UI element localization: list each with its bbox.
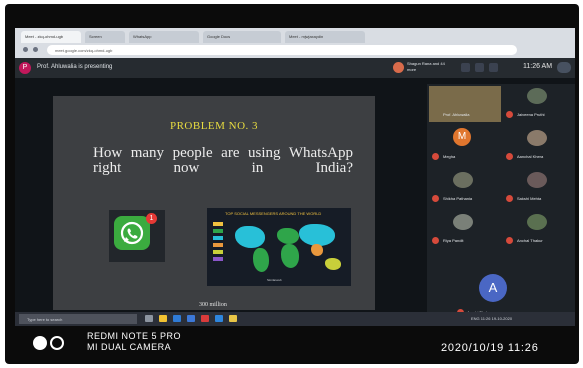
browser-tab[interactable]: WhatsApp [129,31,199,43]
participant-name: Shikha Pathania [443,196,473,201]
mail-icon[interactable] [215,315,223,322]
chat-icon[interactable] [475,63,484,72]
presentation-slide: PROBLEM NO. 3 How many people are using … [53,96,375,310]
people-icon[interactable] [461,63,470,72]
browser-tab[interactable]: Screen [85,31,125,43]
browser-tab[interactable]: Google Docs [203,31,281,43]
mic-off-icon [506,195,513,202]
mic-off-icon [506,237,513,244]
map-region [253,248,269,272]
participant-video [527,172,547,188]
reload-icon[interactable] [33,47,38,52]
back-icon[interactable] [23,47,28,52]
chrome-icon[interactable] [229,315,237,322]
participant-tile[interactable]: Sakshi Mehta [503,170,575,208]
mic-off-icon [432,153,439,160]
participant-video [527,130,547,146]
avatar[interactable]: A [479,274,507,302]
mic-off-icon [432,237,439,244]
activities-icon[interactable] [489,63,498,72]
presenter-avatar: P [19,62,31,74]
browser-chrome: Meet - zkq-ohmd-ugb Screen WhatsApp Goog… [15,28,575,58]
participant-tile[interactable]: Aanchal Khera [503,128,575,166]
participant-video [453,214,473,230]
file-explorer-icon[interactable] [159,315,167,322]
windows-taskbar: Type here to search ENG 11:26 19-10-2020 [15,312,575,326]
participant-video [527,88,547,104]
map-region [299,224,335,246]
participant-tile[interactable]: Anchal Thakur [503,212,575,250]
participant-name: Riya Pandit [443,238,464,243]
participant-name: Sakshi Mehta [517,196,542,201]
participant-name: Aanchal Khera [517,154,544,159]
map-heading: TOP SOCIAL MESSENGERS AROUND THE WORLD [225,211,322,216]
browser-tab[interactable]: Meet - mjwjaxaydin [285,31,365,43]
participants-summary[interactable]: Shagun Rana and 44 more [407,61,447,73]
system-tray[interactable]: ENG 11:26 19-10-2020 [471,316,512,321]
store-icon[interactable] [187,315,195,322]
slide-title: PROBLEM NO. 3 [169,120,259,132]
participant-name: Prof. Ahluwalia [443,112,470,117]
participant-video [527,214,547,230]
map-region [277,228,299,244]
mic-off-icon [506,111,513,118]
slide-question: How many people are using WhatsApp right… [93,145,353,176]
participant-tile[interactable]: Prof. Ahluwalia [429,86,501,124]
browser-tab[interactable]: Meet - zkq-ohmd-ugb [21,31,81,43]
photo-frame: Meet - zkq-ohmd-ugb Screen WhatsApp Goog… [5,4,579,364]
map-legend [213,222,227,276]
map-region [311,244,323,256]
mic-off-icon [506,153,513,160]
meet-header: P Prof. Ahluwalia is presenting Shagun R… [15,58,575,78]
presenting-label: Prof. Ahluwalia is presenting [37,64,113,70]
map-region [235,226,265,248]
notification-badge: 1 [146,213,157,224]
participant-name: Megha [443,154,456,159]
meet-clock: 11:26 AM [523,63,553,70]
participant-tile[interactable]: Shikha Pathania [429,170,501,208]
participant-name: Anchal Thakur [517,238,543,243]
participant-name: Jaiveena Pruthi [517,112,545,117]
participant-tile[interactable]: Jaiveena Pruthi [503,86,575,124]
map-region [325,258,341,270]
edge-icon[interactable] [173,315,181,322]
world-messenger-map: TOP SOCIAL MESSENGERS AROUND THE WORLD S… [207,208,351,286]
circle-outline-icon [50,336,64,350]
mic-off-icon [432,195,439,202]
participant-tile[interactable]: Riya Pandit [429,212,501,250]
address-bar[interactable]: meet.google.com/zkq-ohmd-ugb [47,45,517,55]
avatar [393,62,404,73]
camera-watermark: REDMI NOTE 5 PRO MI DUAL CAMERA [87,331,181,353]
whatsapp-icon [114,216,150,250]
camera-type: MI DUAL CAMERA [87,342,172,352]
taskbar-search[interactable]: Type here to search [19,314,137,324]
task-view-icon[interactable] [145,315,153,322]
user-avatar-pill[interactable] [557,62,571,73]
participant-video [453,172,473,188]
map-region [281,244,299,268]
whatsapp-card: 1 [109,210,165,262]
participants-grid: Prof. Ahluwalia Jaiveena Pruthi M Megha … [427,84,575,316]
map-source: Similarweb [267,278,282,282]
app-icon[interactable] [201,315,209,322]
slide-answer: 300 million [199,302,227,308]
participant-tile[interactable]: M Megha [429,128,501,166]
avatar: M [453,128,471,146]
photo-timestamp: 2020/10/19 11:26 [441,342,539,354]
monitor-screen: Meet - zkq-ohmd-ugb Screen WhatsApp Goog… [15,28,575,326]
camera-model: REDMI NOTE 5 PRO [87,331,182,341]
circle-filled-icon [33,336,47,350]
